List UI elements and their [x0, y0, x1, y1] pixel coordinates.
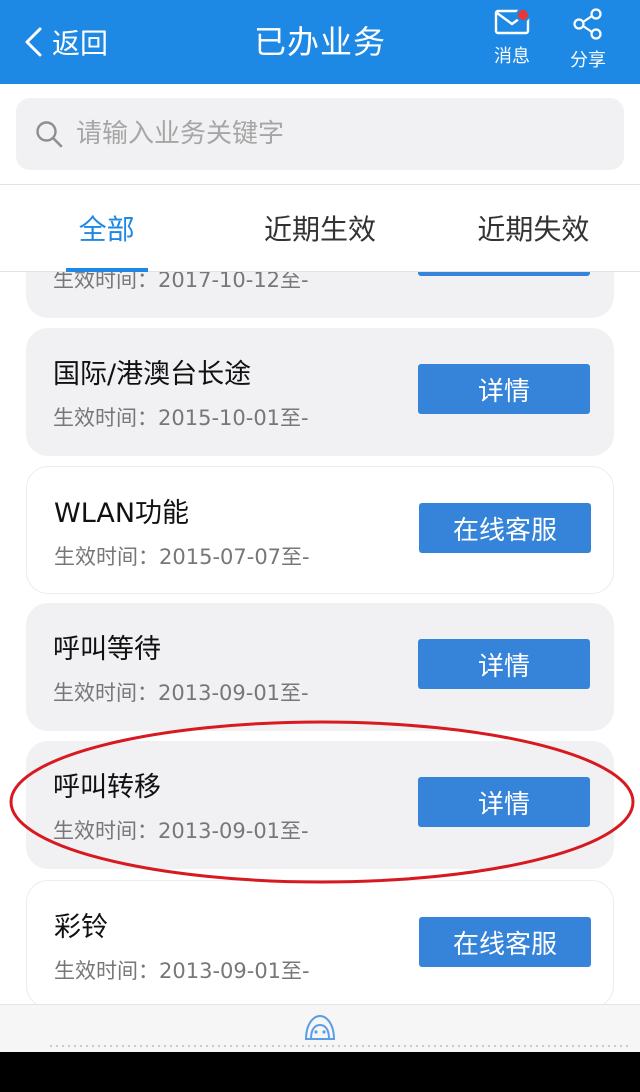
service-card: 彩铃 生效时间：2013-09-01至- 在线客服 — [26, 880, 614, 1004]
effective-date: 生效时间：2015-10-01至- — [53, 406, 309, 430]
share-label: 分享 — [570, 50, 606, 71]
bottom-bar — [0, 1004, 640, 1052]
tab-recently-expiring[interactable]: 近期失效 — [427, 185, 640, 271]
service-card: WLAN功能 生效时间：2015-07-07至- 在线客服 — [26, 466, 614, 594]
effective-date: 生效时间：2013-09-01至- — [53, 681, 309, 705]
service-name: 呼叫转移 — [53, 772, 161, 803]
service-card: 生效时间：2017-10-12至- — [26, 272, 614, 318]
effective-date: 生效时间：2017-10-12至- — [53, 272, 309, 292]
service-name: 彩铃 — [54, 912, 108, 943]
service-name: 呼叫等待 — [53, 634, 161, 665]
details-button[interactable]: 详情 — [418, 777, 590, 827]
share-icon — [573, 8, 602, 40]
unread-badge — [516, 8, 530, 22]
online-support-button[interactable]: 在线客服 — [419, 917, 591, 967]
tab-recently-effective[interactable]: 近期生效 — [213, 185, 426, 271]
service-card: 呼叫转移 生效时间：2013-09-01至- 详情 — [26, 741, 614, 869]
search-section — [0, 84, 640, 184]
tab-all[interactable]: 全部 — [0, 185, 213, 272]
share-button[interactable]: 分享 — [558, 8, 618, 74]
service-action-button[interactable] — [418, 272, 590, 276]
messages-label: 消息 — [494, 46, 530, 67]
dotted-divider — [48, 1043, 628, 1051]
service-name: WLAN功能 — [54, 498, 190, 529]
messages-button[interactable]: 消息 — [482, 8, 542, 74]
service-name: 国际/港澳台长途 — [53, 359, 252, 390]
assistant-icon[interactable] — [302, 1013, 338, 1043]
app-screen: 返回 已办业务 消息 分享 请输入业务关键字 全部 近期生效 近期失效 生效时间… — [0, 0, 640, 1052]
search-icon — [36, 121, 63, 148]
search-input[interactable] — [76, 119, 596, 149]
service-card: 呼叫等待 生效时间：2013-09-01至- 详情 — [26, 603, 614, 731]
effective-date: 生效时间：2013-09-01至- — [53, 819, 309, 843]
service-list: 生效时间：2017-10-12至- 国际/港澳台长途 生效时间：2015-10-… — [0, 272, 640, 1004]
service-card: 国际/港澳台长途 生效时间：2015-10-01至- 详情 — [26, 328, 614, 456]
effective-date: 生效时间：2013-09-01至- — [54, 959, 310, 983]
filter-tabs: 全部 近期生效 近期失效 — [0, 184, 640, 272]
page-title: 已办业务 — [253, 23, 386, 61]
details-button[interactable]: 详情 — [418, 364, 590, 414]
top-nav-bar: 返回 已办业务 消息 分享 — [0, 0, 640, 84]
search-box[interactable] — [16, 98, 624, 170]
online-support-button[interactable]: 在线客服 — [419, 503, 591, 553]
effective-date: 生效时间：2015-07-07至- — [54, 545, 310, 569]
details-button[interactable]: 详情 — [418, 639, 590, 689]
